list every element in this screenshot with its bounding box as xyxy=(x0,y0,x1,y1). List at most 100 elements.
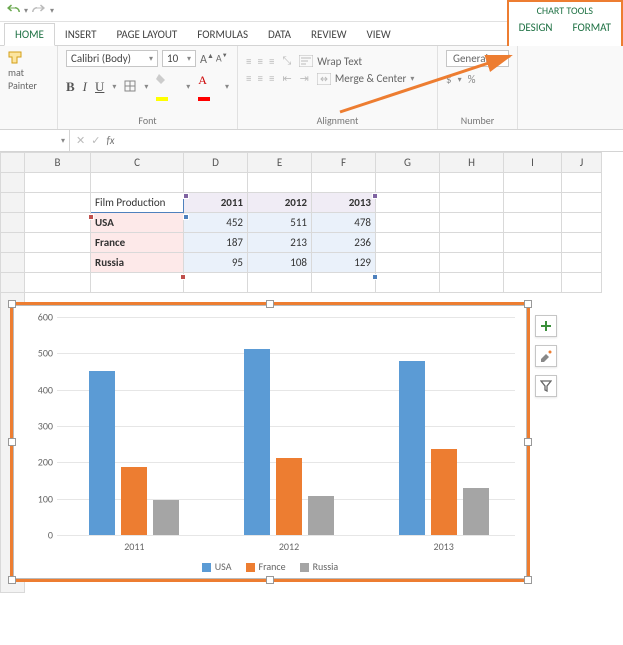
shrink-font-icon[interactable]: A▼ xyxy=(216,51,228,67)
font-color-button[interactable]: A xyxy=(198,73,217,101)
selection-handle[interactable] xyxy=(372,274,378,280)
tab-view[interactable]: VIEW xyxy=(357,24,401,45)
chart-bar-russia[interactable] xyxy=(153,500,179,535)
selection-handle[interactable] xyxy=(372,193,378,199)
align-right-icon[interactable]: ≡ xyxy=(269,72,274,85)
chart-resize-handle[interactable] xyxy=(8,300,16,308)
chart-bar-france[interactable] xyxy=(121,467,147,535)
col-header[interactable]: D xyxy=(184,153,248,173)
chart-resize-handle[interactable] xyxy=(524,438,532,446)
data-cell[interactable]: 95 xyxy=(184,253,248,273)
data-cell[interactable]: 108 xyxy=(248,253,312,273)
legend-item[interactable]: USA xyxy=(202,560,232,573)
col-header[interactable]: G xyxy=(376,153,440,173)
fill-color-button[interactable] xyxy=(156,73,178,101)
font-size-dropdown[interactable]: 10 ▾ xyxy=(162,50,196,67)
row-label-cell[interactable]: USA xyxy=(91,213,184,233)
tab-page-layout[interactable]: PAGE LAYOUT xyxy=(106,24,187,45)
number-format-dropdown[interactable]: General xyxy=(446,50,509,67)
col-header[interactable]: J xyxy=(562,153,602,173)
underline-button[interactable]: U xyxy=(95,79,104,95)
chart-elements-button[interactable] xyxy=(535,315,557,337)
align-middle-icon[interactable]: ≡ xyxy=(257,55,262,68)
merge-center-label[interactable]: Merge & Center xyxy=(335,72,407,85)
chart-bar-france[interactable] xyxy=(431,449,457,535)
name-box[interactable]: ▾ xyxy=(0,130,70,151)
chart-bar-france[interactable] xyxy=(276,458,302,535)
data-cell[interactable]: 187 xyxy=(184,233,248,253)
fx-icon[interactable]: fx xyxy=(106,134,114,147)
grow-font-icon[interactable]: A▲ xyxy=(200,51,214,67)
data-cell[interactable]: 236 xyxy=(312,233,376,253)
decrease-indent-icon[interactable]: ⇤ xyxy=(282,72,291,85)
table-title-cell[interactable]: Film Production xyxy=(91,193,184,213)
selection-handle[interactable] xyxy=(180,274,186,280)
enter-icon[interactable]: ✓ xyxy=(91,134,100,147)
year-header-cell[interactable]: 2013 xyxy=(312,193,376,213)
qat-customize-icon[interactable]: ▾ xyxy=(50,6,54,16)
row-header[interactable] xyxy=(1,173,25,193)
chart-resize-handle[interactable] xyxy=(266,300,274,308)
chart-resize-handle[interactable] xyxy=(266,576,274,584)
chart-resize-handle[interactable] xyxy=(8,438,16,446)
tab-chart-format[interactable]: FORMAT xyxy=(563,17,621,38)
format-painter-icon[interactable] xyxy=(8,50,24,64)
chart-resize-handle[interactable] xyxy=(8,576,16,584)
cancel-icon[interactable]: ✕ xyxy=(76,134,85,147)
align-top-icon[interactable]: ≡ xyxy=(246,55,251,68)
undo-dropdown-icon[interactable]: ▾ xyxy=(24,6,28,16)
wrap-text-label[interactable]: Wrap Text xyxy=(317,55,362,68)
chart-bar-usa[interactable] xyxy=(244,349,270,535)
align-center-icon[interactable]: ≡ xyxy=(257,72,262,85)
bold-button[interactable]: B xyxy=(66,79,75,95)
italic-button[interactable]: I xyxy=(83,79,87,95)
data-cell[interactable]: 511 xyxy=(248,213,312,233)
tab-home[interactable]: HOME xyxy=(4,23,55,46)
selection-handle[interactable] xyxy=(183,193,189,199)
undo-icon[interactable] xyxy=(6,4,20,18)
row-header[interactable] xyxy=(1,213,25,233)
chart-bar-usa[interactable] xyxy=(399,361,425,535)
chart-resize-handle[interactable] xyxy=(524,300,532,308)
row-label-cell[interactable]: Russia xyxy=(91,253,184,273)
selection-handle[interactable] xyxy=(88,214,94,220)
format-painter-label[interactable]: mat Painter xyxy=(8,66,49,92)
chart-bar-russia[interactable] xyxy=(463,488,489,535)
col-header[interactable]: I xyxy=(504,153,562,173)
row-label-cell[interactable]: France xyxy=(91,233,184,253)
year-header-cell[interactable]: 2012 xyxy=(248,193,312,213)
orientation-icon[interactable]: ⤡ xyxy=(282,54,291,68)
col-header[interactable]: H xyxy=(440,153,504,173)
font-name-dropdown[interactable]: Calibri (Body) ▾ xyxy=(66,50,158,67)
merge-center-icon[interactable] xyxy=(317,73,331,85)
worksheet-grid[interactable]: B C D E F G H I J Film Production 2011 2… xyxy=(0,152,623,593)
row-header[interactable] xyxy=(1,253,25,273)
redo-icon[interactable] xyxy=(32,4,46,18)
col-header[interactable]: E xyxy=(248,153,312,173)
borders-button[interactable] xyxy=(124,80,136,95)
increase-indent-icon[interactable]: ⇥ xyxy=(300,72,309,85)
row-header[interactable] xyxy=(1,233,25,253)
percent-format-button[interactable]: % xyxy=(468,73,476,86)
legend-item[interactable]: France xyxy=(246,560,286,573)
chart-styles-button[interactable] xyxy=(535,345,557,367)
embedded-chart[interactable]: 0100200300400500600201120122013 USA Franc… xyxy=(10,302,530,582)
tab-data[interactable]: DATA xyxy=(258,24,301,45)
row-header[interactable] xyxy=(1,193,25,213)
chart-filters-button[interactable] xyxy=(535,375,557,397)
chart-bar-usa[interactable] xyxy=(89,371,115,535)
tab-review[interactable]: REVIEW xyxy=(301,24,357,45)
chart-legend[interactable]: USA France Russia xyxy=(13,560,527,573)
year-header-cell[interactable]: 2011 xyxy=(184,193,248,213)
selection-handle[interactable] xyxy=(183,214,189,220)
legend-item[interactable]: Russia xyxy=(300,560,339,573)
chart-bar-russia[interactable] xyxy=(308,496,334,535)
tab-insert[interactable]: INSERT xyxy=(55,24,107,45)
data-cell[interactable]: 213 xyxy=(248,233,312,253)
tab-chart-design[interactable]: DESIGN xyxy=(509,17,563,38)
chart-plot-area[interactable]: 0100200300400500600201120122013 xyxy=(57,317,515,535)
col-header[interactable]: C xyxy=(91,153,184,173)
tab-formulas[interactable]: FORMULAS xyxy=(187,24,258,45)
align-bottom-icon[interactable]: ≡ xyxy=(269,55,274,68)
data-cell[interactable]: 129 xyxy=(312,253,376,273)
